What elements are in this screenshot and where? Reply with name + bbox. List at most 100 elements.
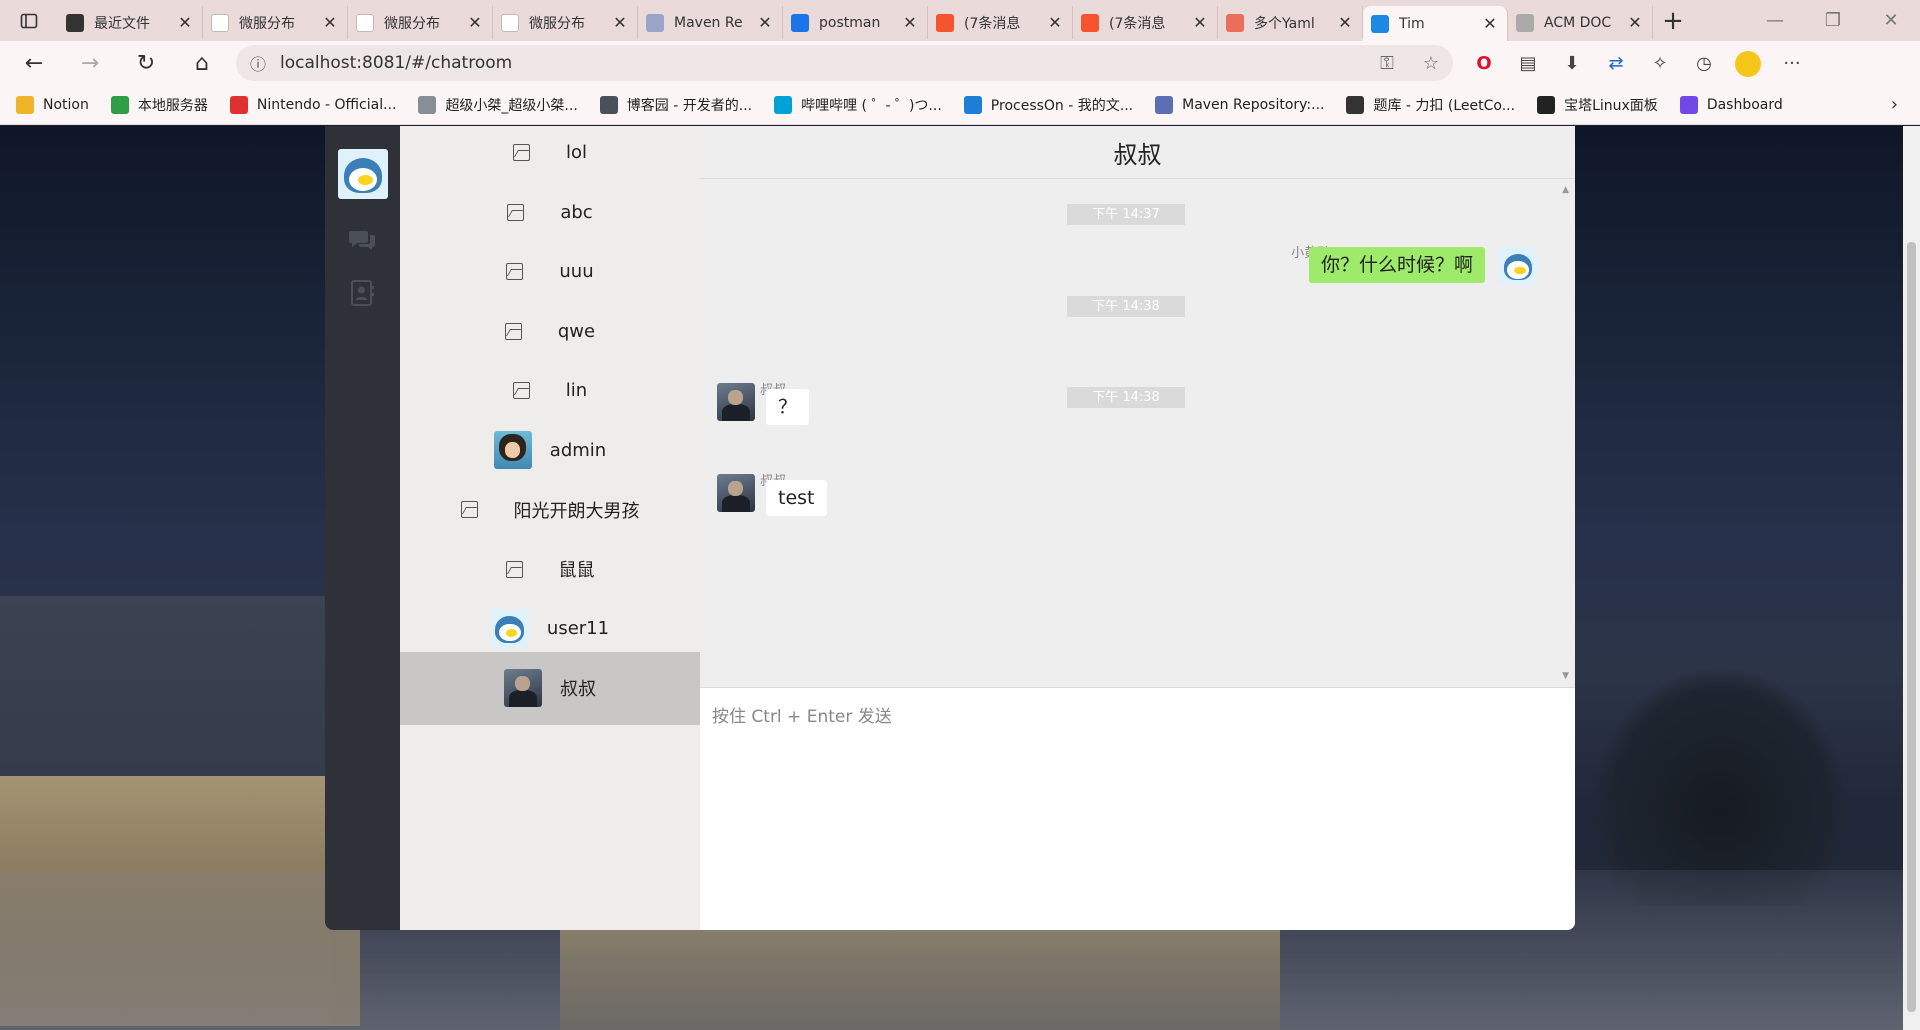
broken-image-icon bbox=[506, 263, 524, 280]
tab-close-icon[interactable]: ✕ bbox=[901, 13, 919, 32]
history-icon[interactable]: ◷ bbox=[1682, 41, 1726, 86]
restore-button[interactable]: ❐ bbox=[1804, 0, 1862, 41]
bookmark-label: ProcessOn - 我的文... bbox=[990, 98, 1134, 114]
close-window-button[interactable]: ✕ bbox=[1862, 0, 1920, 41]
browser-tab[interactable]: (7条消息 ✕ bbox=[928, 6, 1073, 39]
bookmark-item[interactable]: 本地服务器 bbox=[110, 95, 208, 115]
new-tab-button[interactable]: + bbox=[1653, 6, 1693, 36]
tab-close-icon[interactable]: ✕ bbox=[1191, 13, 1209, 32]
message-bubble: ？ bbox=[766, 389, 810, 425]
address-bar[interactable]: ⓘ localhost:8081/#/chatroom ⚿ ☆ bbox=[236, 45, 1453, 81]
message-avatar[interactable] bbox=[717, 383, 755, 421]
contact-name: 鼠鼠 bbox=[558, 560, 595, 581]
minimize-button[interactable]: — bbox=[1746, 0, 1804, 41]
bookmark-item[interactable]: Dashboard bbox=[1679, 96, 1783, 114]
contact-avatar bbox=[490, 609, 529, 648]
chat-bubbles-icon[interactable] bbox=[345, 223, 379, 257]
password-key-icon[interactable]: ⚿ bbox=[1365, 53, 1409, 74]
tab-close-icon[interactable]: ✕ bbox=[466, 13, 484, 32]
browser-tab[interactable]: Tim ✕ bbox=[1363, 6, 1508, 41]
contact-avatar bbox=[493, 431, 532, 469]
contact-name: uuu bbox=[559, 261, 594, 282]
bookmark-favicon-icon bbox=[1155, 96, 1174, 114]
tab-actions-icon bbox=[20, 13, 38, 28]
contacts-book-icon[interactable] bbox=[345, 276, 379, 310]
bookmark-favicon-icon bbox=[1346, 96, 1365, 114]
browser-tab[interactable]: Maven Re ✕ bbox=[638, 6, 783, 39]
browser-tab[interactable]: 最近文件 ✕ bbox=[58, 6, 203, 39]
tab-title: (7条消息 bbox=[964, 15, 1021, 32]
tab-favicon-icon bbox=[1516, 13, 1534, 32]
site-info-icon[interactable]: ⓘ bbox=[236, 51, 280, 75]
browser-tab[interactable]: postman ✕ bbox=[783, 6, 928, 39]
bookmark-label: 哔哩哔哩 ( ゜- ゜)つ... bbox=[801, 98, 942, 114]
add-favorite-icon[interactable]: ☆ bbox=[1409, 53, 1453, 74]
page-scrollbar[interactable] bbox=[1903, 126, 1920, 1030]
tab-close-icon[interactable]: ✕ bbox=[321, 13, 339, 32]
bookmark-item[interactable]: Maven Repository:... bbox=[1155, 96, 1324, 114]
reader-extension-icon[interactable]: ▤ bbox=[1506, 41, 1550, 86]
tab-close-icon[interactable]: ✕ bbox=[756, 13, 774, 32]
message-avatar[interactable] bbox=[1499, 247, 1537, 285]
tab-title: 微服分布 bbox=[384, 15, 440, 32]
scroll-down-arrow-icon[interactable]: ▼ bbox=[1562, 671, 1569, 681]
chat-title: 叔叔 bbox=[700, 126, 1575, 179]
tab-favicon-icon bbox=[1081, 13, 1099, 32]
message-input[interactable] bbox=[700, 688, 1575, 930]
bookmarks-more-icon[interactable]: › bbox=[1891, 94, 1898, 115]
forward-button[interactable]: → bbox=[62, 41, 118, 86]
bookmark-item[interactable]: 超级小桀_超级小桀... bbox=[418, 95, 578, 115]
bookmark-item[interactable]: 博客园 - 开发者的... bbox=[599, 95, 752, 115]
tab-actions-button[interactable] bbox=[0, 0, 58, 41]
browser-tab-bar: 最近文件 ✕ 微服分布 ✕ 微服分布 ✕ 微服分布 ✕ Maven Re ✕ postman ✕ (7条… bbox=[0, 0, 1920, 41]
broken-image-icon bbox=[512, 382, 530, 399]
profile-avatar-icon[interactable] bbox=[1726, 41, 1770, 86]
contact-name: qwe bbox=[557, 320, 596, 342]
browser-tab[interactable]: 多个Yaml ✕ bbox=[1218, 6, 1363, 39]
bookmark-favicon-icon bbox=[599, 96, 618, 114]
tab-title: Maven Re bbox=[674, 14, 743, 31]
bookmark-item[interactable]: ProcessOn - 我的文... bbox=[963, 95, 1134, 115]
opera-extension-icon[interactable]: O bbox=[1462, 41, 1506, 86]
bookmark-favicon-icon bbox=[16, 96, 34, 114]
message-avatar[interactable] bbox=[717, 474, 755, 512]
tab-close-icon[interactable]: ✕ bbox=[1481, 14, 1499, 33]
more-menu-icon[interactable]: ··· bbox=[1770, 41, 1814, 86]
bookmark-label: Maven Repository:... bbox=[1182, 97, 1325, 113]
chat-panel: 叔叔 ▲ ▼ 下午 14:37小黄鸭258你？什么时候？啊下午 14:38叔叔？… bbox=[700, 126, 1575, 930]
contact-item[interactable]: 叔叔 bbox=[400, 651, 700, 725]
tab-close-icon[interactable]: ✕ bbox=[611, 13, 629, 32]
bookmark-item[interactable]: 哔哩哔哩 ( ゜- ゜)つ... bbox=[774, 95, 942, 115]
message-list[interactable]: ▲ ▼ 下午 14:37小黄鸭258你？什么时候？啊下午 14:38叔叔？下午 … bbox=[700, 179, 1575, 687]
tab-favicon-icon bbox=[501, 13, 519, 32]
message-timestamp: 下午 14:38 bbox=[1067, 296, 1185, 317]
refresh-button[interactable]: ↻ bbox=[118, 41, 174, 86]
bookmark-label: Dashboard bbox=[1706, 97, 1783, 113]
back-button[interactable]: ← bbox=[6, 41, 62, 86]
tab-title: 最近文件 bbox=[94, 15, 150, 32]
bookmark-item[interactable]: Notion bbox=[16, 96, 89, 114]
url-text[interactable]: localhost:8081/#/chatroom bbox=[280, 53, 1365, 73]
bookmark-item[interactable]: 题库 - 力扣 (LeetCo... bbox=[1346, 95, 1515, 115]
browser-tab[interactable]: (7条消息 ✕ bbox=[1073, 6, 1218, 39]
message-bubble: test bbox=[766, 480, 827, 516]
extensions-icon[interactable]: ✧ bbox=[1638, 41, 1682, 86]
bookmark-item[interactable]: 宝塔Linux面板 bbox=[1537, 95, 1658, 115]
browser-tab[interactable]: 微服分布 ✕ bbox=[493, 6, 638, 39]
tab-close-icon[interactable]: ✕ bbox=[1626, 13, 1644, 32]
tab-close-icon[interactable]: ✕ bbox=[176, 13, 194, 32]
my-avatar[interactable] bbox=[338, 149, 388, 199]
home-button[interactable]: ⌂ bbox=[174, 41, 230, 86]
page-scrollbar-thumb[interactable] bbox=[1907, 242, 1916, 1012]
sync-extension-icon[interactable]: ⇄ bbox=[1594, 41, 1638, 86]
scroll-up-arrow-icon[interactable]: ▲ bbox=[1562, 185, 1569, 195]
browser-tab[interactable]: 微服分布 ✕ bbox=[348, 6, 493, 39]
contact-name: 阳光开朗大男孩 bbox=[513, 500, 640, 522]
bookmark-item[interactable]: Nintendo - Official... bbox=[229, 96, 396, 114]
browser-tab[interactable]: 微服分布 ✕ bbox=[203, 6, 348, 39]
download-extension-icon[interactable]: ⬇ bbox=[1550, 41, 1594, 86]
tab-close-icon[interactable]: ✕ bbox=[1336, 13, 1354, 32]
contact-list: lol abc uuu qwe lin admin 阳光开朗大男孩 鼠鼠 user11 叔叔 bbox=[400, 126, 700, 930]
tab-close-icon[interactable]: ✕ bbox=[1046, 13, 1064, 32]
browser-tab[interactable]: ACM DOC ✕ bbox=[1508, 6, 1653, 39]
